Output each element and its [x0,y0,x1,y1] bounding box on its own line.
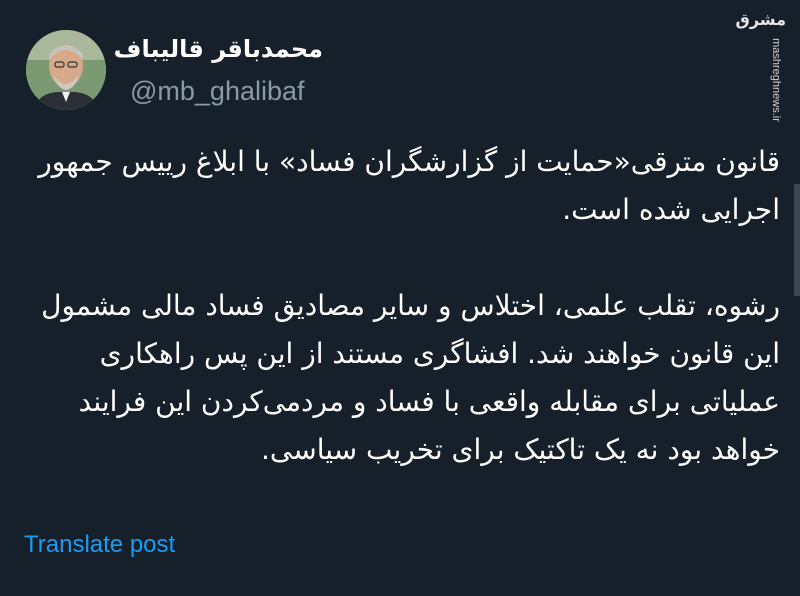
avatar-portrait [26,30,106,110]
watermark-logo: مشرق [735,10,786,29]
tweet-paragraph-1: قانون مترقی«حمایت از گزارشگران فساد» با … [38,145,780,226]
tweet-paragraph-2: رشوه، تقلب علمی، اختلاس و سایر مصادیق فس… [41,289,780,466]
watermark: مشرق mashreghnews.ir [736,10,788,130]
scrollbar[interactable] [794,184,800,296]
translate-post-link[interactable]: Translate post [24,530,175,560]
avatar[interactable] [26,30,106,110]
author-display-name[interactable]: محمدباقر قالیباف [114,34,323,64]
tweet-text: قانون مترقی«حمایت از گزارشگران فساد» با … [20,138,780,474]
watermark-site: mashreghnews.ir [770,38,783,122]
author-handle[interactable]: @mb_ghalibaf [130,74,305,108]
